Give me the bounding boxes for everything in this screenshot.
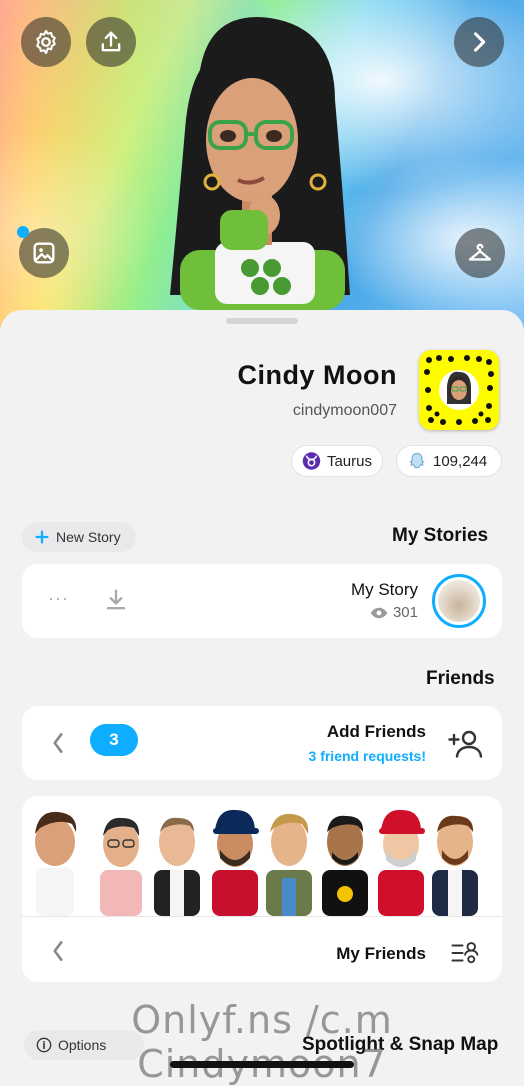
my-friends-card[interactable]: My Friends (22, 796, 502, 982)
more-icon[interactable]: ··· (48, 588, 69, 609)
story-thumbnail (438, 580, 480, 622)
chevron-left-icon (53, 733, 63, 753)
watermark: Onlyf.ns /c.m Cindymoon7 (131, 998, 393, 1086)
sheet-grabber[interactable] (226, 318, 298, 324)
photo-icon (33, 242, 55, 264)
friend-bitmoji (266, 813, 312, 916)
chevron-right-icon (473, 32, 486, 52)
settings-button[interactable] (21, 17, 71, 67)
notification-dot (17, 226, 29, 238)
add-friend-icon (448, 730, 483, 758)
new-story-button[interactable]: New Story (22, 522, 136, 552)
friend-bitmoji (378, 809, 425, 916)
friend-bitmoji (154, 817, 200, 916)
plus-icon (35, 530, 49, 544)
friend-bitmoji (432, 815, 478, 916)
snap-score: 109,244 (433, 452, 488, 470)
new-story-label: New Story (56, 529, 121, 545)
friends-list-icon (451, 942, 479, 964)
snapcode-dots (424, 355, 494, 425)
friends-heading: Friends (426, 668, 495, 689)
add-friends-label: Add Friends (326, 722, 426, 741)
outfit-button[interactable] (455, 228, 505, 278)
snapcode[interactable] (419, 350, 499, 430)
bitmoji-avatar[interactable] (160, 10, 360, 310)
friend-requests-label: 3 friend requests! (308, 748, 426, 764)
divider (22, 916, 502, 917)
story-view-count: 301 (392, 604, 418, 621)
zodiac-pill[interactable]: Taurus (291, 445, 383, 477)
download-icon[interactable] (102, 586, 130, 614)
friend-requests-badge[interactable]: 3 (90, 724, 138, 756)
username: cindymoon007 (292, 402, 397, 419)
friend-bitmoji (100, 817, 142, 916)
zodiac-sign: Taurus (326, 452, 372, 470)
friend-bitmoji (322, 815, 368, 916)
eye-icon (370, 607, 388, 618)
home-indicator[interactable] (170, 1061, 354, 1068)
gear-icon (36, 29, 56, 55)
friend-bitmoji (212, 809, 259, 916)
share-button[interactable] (86, 17, 136, 67)
hanger-icon (468, 243, 492, 261)
snap-score-pill[interactable]: 109,244 (396, 445, 502, 477)
story-views: 301 (370, 604, 418, 621)
profile-hero (0, 0, 524, 330)
friend-bitmoji (35, 811, 77, 916)
my-story-card[interactable]: My Story 301 ··· (22, 564, 502, 638)
upload-icon (101, 31, 121, 52)
my-stories-heading: My Stories (392, 525, 489, 546)
chevron-left-icon (53, 941, 63, 961)
ghost-icon (409, 452, 425, 469)
display-name: Cindy Moon (237, 360, 397, 390)
story-thumbnail-ring (432, 574, 486, 628)
taurus-icon (302, 452, 321, 470)
background-photo-button[interactable] (17, 226, 69, 278)
friends-bitmoji-row (22, 796, 502, 916)
my-story-label: My Story (350, 580, 418, 599)
next-button[interactable] (454, 17, 504, 67)
my-friends-label: My Friends (336, 944, 426, 963)
